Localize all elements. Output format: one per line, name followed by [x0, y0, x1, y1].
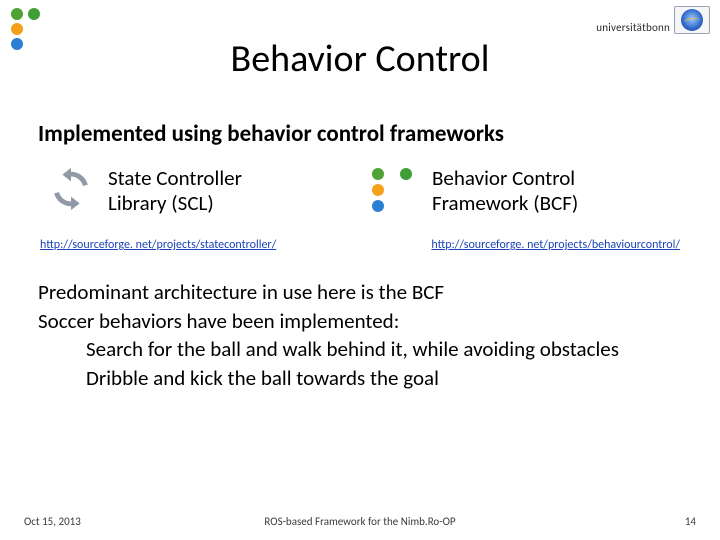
body-line-1: Predominant architecture in use here is …	[38, 278, 682, 307]
university-logo-text: universitätbonn	[596, 21, 672, 34]
body-text: Predominant architecture in use here is …	[38, 278, 682, 392]
framework-bcf: Behavior Control Framework (BCF)	[372, 166, 672, 216]
framework-bcf-name-line1: Behavior Control	[432, 166, 578, 191]
scl-link[interactable]: http://sourceforge. net/projects/stateco…	[40, 238, 276, 252]
footer-page-number: 14	[685, 515, 696, 528]
bcf-link[interactable]: http://sourceforge. net/projects/behavio…	[431, 238, 680, 252]
slide-title: Behavior Control	[0, 36, 720, 82]
footer-center: ROS-based Framework for the Nimb.Ro-OP	[264, 515, 455, 528]
framework-scl-name-line1: State Controller	[108, 166, 242, 191]
framework-scl: State Controller Library (SCL)	[48, 166, 348, 216]
framework-bcf-name-line2: Framework (BCF)	[432, 191, 578, 216]
slide-subtitle: Implemented using behavior control frame…	[38, 120, 682, 148]
cycle-arrows-icon	[48, 166, 94, 212]
framework-scl-name-line2: Library (SCL)	[108, 191, 242, 216]
footer-date: Oct 15, 2013	[24, 515, 81, 528]
body-line-4: Dribble and kick the ball towards the go…	[38, 364, 682, 393]
ais-logo-icon	[674, 6, 710, 34]
tri-dot-icon	[372, 166, 418, 212]
body-line-3: Search for the ball and walk behind it, …	[38, 335, 682, 364]
body-line-2: Soccer behaviors have been implemented:	[38, 307, 682, 336]
header-logos: universitätbonn	[596, 6, 710, 34]
